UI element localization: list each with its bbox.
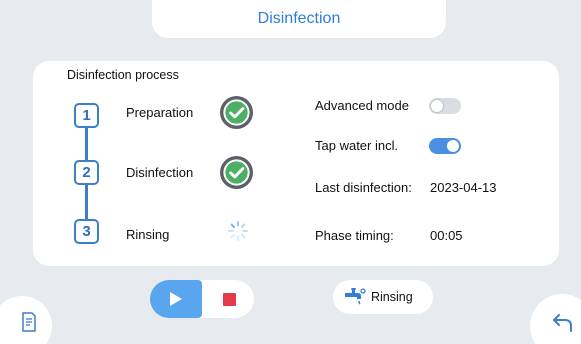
spinner-icon [228, 221, 248, 241]
back-button[interactable] [530, 294, 581, 344]
check-circle-icon [219, 155, 254, 190]
rinsing-mode-button[interactable]: Rinsing [333, 280, 433, 314]
back-arrow-icon [553, 314, 572, 332]
step-number-2: 2 [74, 160, 99, 185]
faucet-icon [345, 288, 366, 305]
manual-button[interactable] [0, 296, 52, 344]
step-number-1: 1 [74, 103, 99, 128]
toggle-knob [431, 100, 443, 112]
check-circle-icon [219, 95, 254, 130]
rinsing-mode-label: Rinsing [371, 290, 413, 304]
play-icon [170, 292, 182, 306]
step-label-disinfection: Disinfection [126, 165, 194, 180]
process-panel: Disinfection process 1 Preparation 2 Dis… [33, 61, 559, 266]
play-button[interactable] [150, 280, 202, 318]
stop-button[interactable] [204, 280, 254, 318]
playback-controls [150, 280, 254, 318]
step-label-rinsing: Rinsing [126, 227, 170, 242]
step-label-preparation: Preparation [126, 105, 194, 120]
page-title: Disinfection [257, 10, 341, 27]
advanced-mode-toggle[interactable] [429, 98, 461, 114]
manual-icon [22, 312, 36, 332]
last-disinfection-value: 2023-04-13 [430, 180, 497, 195]
last-disinfection-label: Last disinfection: [315, 180, 412, 195]
advanced-mode-label: Advanced mode [315, 98, 409, 113]
phase-timing-label: Phase timing: [315, 228, 394, 243]
page-title-tab: Disinfection [152, 0, 446, 38]
step-number-3: 3 [74, 219, 99, 244]
stop-icon [222, 292, 236, 306]
toggle-knob [447, 140, 459, 152]
phase-timing-value: 00:05 [430, 228, 463, 243]
tap-water-label: Tap water incl. [315, 138, 399, 153]
process-title: Disinfection process [67, 68, 179, 82]
tap-water-toggle[interactable] [429, 138, 461, 154]
